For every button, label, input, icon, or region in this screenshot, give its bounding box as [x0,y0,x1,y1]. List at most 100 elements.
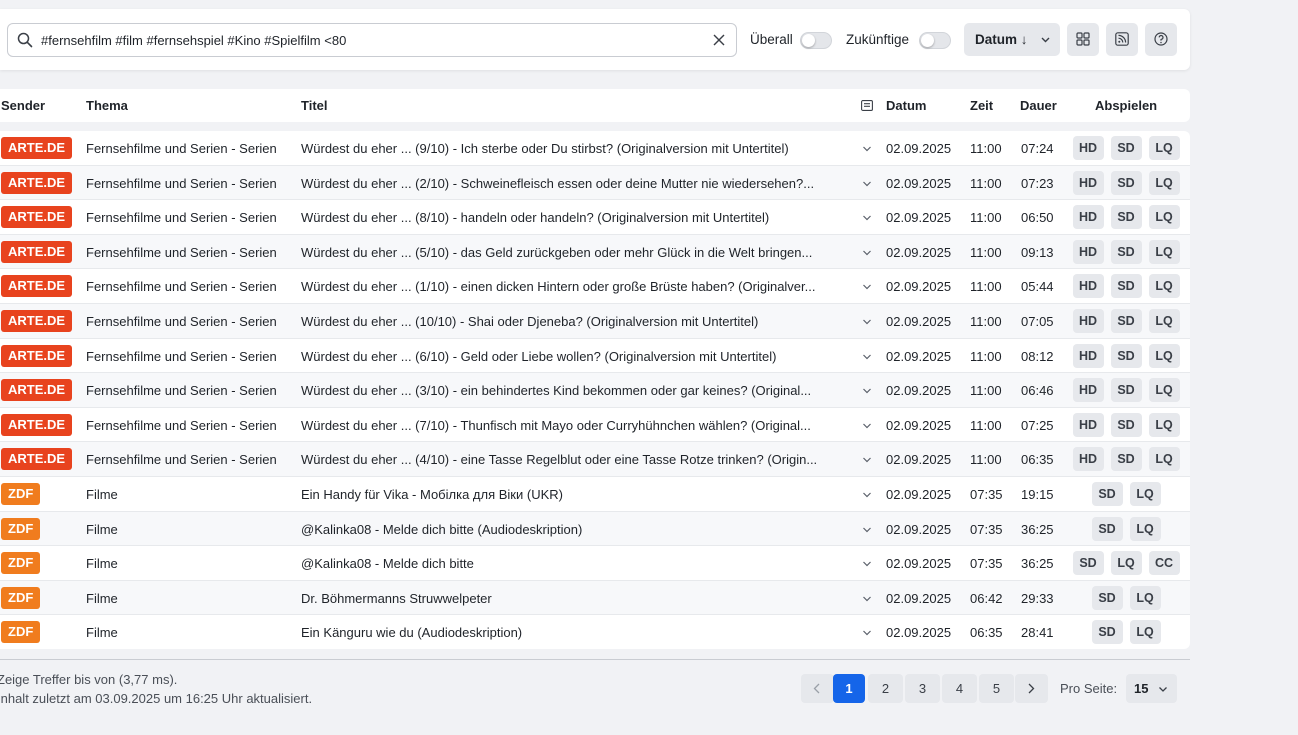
play-sd-button[interactable]: SD [1091,516,1123,541]
table-row[interactable]: ZDF Filme Ein Handy für Vika - Мобілка для… [0,477,1190,512]
search-box[interactable] [7,23,737,57]
play-lq-button[interactable]: LQ [1148,378,1180,403]
sender-badge[interactable]: ZDF [1,517,41,540]
table-row[interactable]: ARTE.DE Fernsehfilme und Serien - Serien W… [0,442,1190,477]
title-cell[interactable]: Ein Handy für Vika - Мобілка для Віки (U… [301,487,853,502]
page-5-button[interactable]: 5 [979,674,1014,703]
sender-badge[interactable]: ZDF [1,586,41,609]
table-row[interactable]: ARTE.DE Fernsehfilme und Serien - Serien W… [0,131,1190,166]
sender-badge[interactable]: ARTE.DE [1,206,73,229]
title-cell[interactable]: Würdest du eher ... (3/10) - ein behinde… [301,383,853,398]
table-row[interactable]: ZDF Filme Ein Känguru wie du (Audiodeskrip… [0,615,1190,649]
table-row[interactable]: ARTE.DE Fernsehfilme und Serien - Serien W… [0,269,1190,304]
chevron-down-icon[interactable] [862,317,872,327]
title-cell[interactable]: Dr. Böhmermanns Struwwelpeter [301,591,853,606]
page-3-button[interactable]: 3 [905,674,940,703]
sender-badge[interactable]: ARTE.DE [1,310,73,332]
page-2-button[interactable]: 2 [868,674,903,703]
title-cell[interactable]: Würdest du eher ... (2/10) - Schweinefle… [301,176,853,191]
table-row[interactable]: ARTE.DE Fernsehfilme und Serien - Serien W… [0,304,1190,339]
search-input[interactable] [41,24,701,56]
future-toggle[interactable] [919,32,951,49]
play-sd-button[interactable]: SD [1110,239,1142,264]
play-hd-button[interactable]: HD [1072,170,1104,195]
play-sd-button[interactable]: SD [1110,412,1142,437]
close-icon[interactable] [712,33,726,47]
sender-badge[interactable]: ZDF [1,621,41,644]
text-columns-icon[interactable] [861,100,873,111]
sender-badge[interactable]: ARTE.DE [1,240,73,263]
per-page-select[interactable]: 15 [1126,674,1177,703]
play-sd-button[interactable]: SD [1110,136,1142,160]
play-lq-button[interactable]: LQ [1148,170,1180,195]
sender-badge[interactable]: ARTE.DE [1,344,73,367]
column-header-zeit[interactable]: Zeit [970,98,993,113]
chevron-down-icon[interactable] [862,352,872,362]
title-cell[interactable]: Ein Känguru wie du (Audiodeskription) [301,625,853,640]
play-hd-button[interactable]: HD [1072,274,1104,299]
title-cell[interactable]: Würdest du eher ... (5/10) - das Geld zu… [301,245,853,260]
table-row[interactable]: ARTE.DE Fernsehfilme und Serien - Serien W… [0,373,1190,408]
play-sd-button[interactable]: SD [1091,620,1123,645]
column-header-titel[interactable]: Titel [301,98,328,113]
chevron-down-icon[interactable] [862,628,872,638]
table-row[interactable]: ARTE.DE Fernsehfilme und Serien - Serien W… [0,408,1190,443]
chevron-down-icon[interactable] [862,213,872,223]
play-hd-button[interactable]: HD [1072,412,1104,437]
table-row[interactable]: ARTE.DE Fernsehfilme und Serien - Serien W… [0,234,1190,270]
play-lq-button[interactable]: LQ [1129,620,1161,645]
sender-badge[interactable]: ARTE.DE [1,413,73,436]
chevron-down-icon[interactable] [862,490,872,500]
help-button[interactable] [1145,23,1177,56]
sender-badge[interactable]: ARTE.DE [1,448,73,471]
sender-badge[interactable]: ZDF [1,483,41,505]
sort-select[interactable]: Datum ↓ [964,23,1060,56]
chevron-down-icon[interactable] [862,386,872,396]
chevron-down-icon[interactable] [862,559,872,569]
table-row[interactable]: ARTE.DE Fernsehfilme und Serien - Serien W… [0,165,1190,201]
play-hd-button[interactable]: HD [1072,136,1104,160]
title-cell[interactable]: @Kalinka08 - Melde dich bitte (Audiodesk… [301,522,853,537]
sender-badge[interactable]: ARTE.DE [1,171,73,194]
play-cc-button[interactable]: CC [1148,551,1180,576]
play-lq-button[interactable]: LQ [1129,516,1161,541]
sender-badge[interactable]: ZDF [1,552,41,575]
title-cell[interactable]: Würdest du eher ... (7/10) - Thunfisch m… [301,418,853,433]
chevron-down-icon[interactable] [862,455,872,465]
sender-badge[interactable]: ARTE.DE [1,379,73,402]
play-lq-button[interactable]: LQ [1148,274,1180,299]
play-hd-button[interactable]: HD [1072,205,1104,230]
column-header-dauer[interactable]: Dauer [1020,98,1057,113]
chevron-down-icon[interactable] [862,248,872,258]
play-sd-button[interactable]: SD [1110,378,1142,403]
play-sd-button[interactable]: SD [1072,551,1104,576]
column-header-sender[interactable]: Sender [1,98,45,113]
table-row[interactable]: ARTE.DE Fernsehfilme und Serien - Serien W… [0,339,1190,374]
table-row[interactable]: ZDF Filme Dr. Böhmermanns Struwwelpeter 02.… [0,580,1190,616]
title-cell[interactable]: Würdest du eher ... (8/10) - handeln ode… [301,210,853,225]
play-sd-button[interactable]: SD [1091,482,1123,506]
play-lq-button[interactable]: LQ [1148,136,1180,160]
play-lq-button[interactable]: LQ [1148,239,1180,264]
play-sd-button[interactable]: SD [1110,205,1142,230]
play-lq-button[interactable]: LQ [1148,447,1180,472]
next-page-button[interactable] [1015,674,1048,703]
chevron-down-icon[interactable] [862,594,872,604]
play-lq-button[interactable]: LQ [1129,482,1161,506]
page-1-button[interactable]: 1 [833,674,865,703]
title-cell[interactable]: Würdest du eher ... (4/10) - eine Tasse … [301,452,853,467]
column-header-thema[interactable]: Thema [86,98,128,113]
title-cell[interactable]: Würdest du eher ... (6/10) - Geld oder L… [301,349,853,364]
play-sd-button[interactable]: SD [1110,343,1142,368]
page-4-button[interactable]: 4 [942,674,977,703]
play-hd-button[interactable]: HD [1072,309,1104,333]
title-cell[interactable]: Würdest du eher ... (9/10) - Ich sterbe … [301,141,853,156]
play-hd-button[interactable]: HD [1072,447,1104,472]
play-lq-button[interactable]: LQ [1110,551,1142,576]
play-sd-button[interactable]: SD [1110,309,1142,333]
play-lq-button[interactable]: LQ [1148,205,1180,230]
title-cell[interactable]: Würdest du eher ... (10/10) - Shai oder … [301,314,853,329]
grid-view-button[interactable] [1067,23,1099,56]
sender-badge[interactable]: ARTE.DE [1,137,73,159]
play-lq-button[interactable]: LQ [1148,343,1180,368]
